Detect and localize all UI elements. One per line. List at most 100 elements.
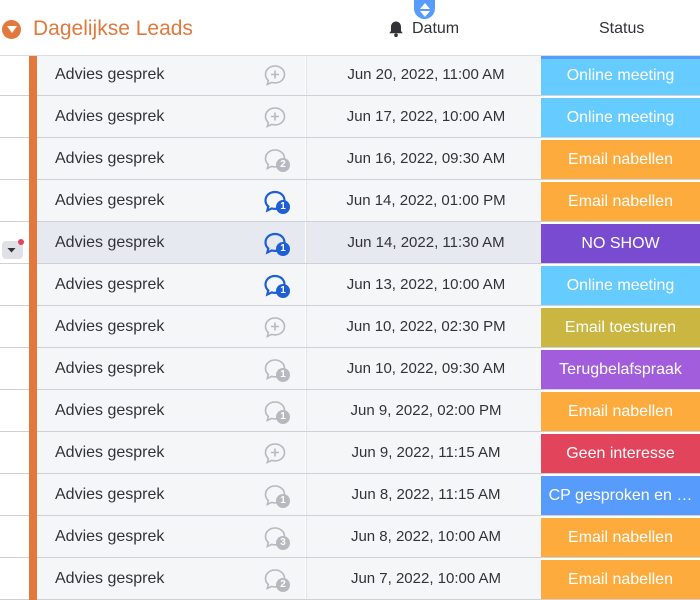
bell-icon[interactable] bbox=[387, 20, 405, 38]
table-row[interactable]: Advies gesprek 3 Jun 8, 2022, 10:00 AM Emai… bbox=[0, 516, 700, 558]
table-row[interactable]: Advies gesprek 2 Jun 7, 2022, 10:00 AM Emai… bbox=[0, 558, 700, 600]
status-label[interactable]: Email toesturen bbox=[541, 308, 700, 347]
item-name[interactable]: Advies gesprek bbox=[55, 222, 164, 263]
item-name[interactable]: Advies gesprek bbox=[55, 54, 164, 95]
item-date[interactable]: Jun 17, 2022, 10:00 AM bbox=[306, 96, 546, 137]
item-updates-button[interactable] bbox=[262, 63, 292, 89]
group-color-bar bbox=[29, 54, 37, 96]
item-updates-button[interactable]: 2 bbox=[262, 147, 292, 173]
item-date[interactable]: Jun 10, 2022, 02:30 PM bbox=[306, 306, 546, 347]
item-name[interactable]: Advies gesprek bbox=[55, 474, 164, 515]
item-updates-button[interactable] bbox=[262, 315, 292, 341]
item-date[interactable]: Jun 10, 2022, 09:30 AM bbox=[306, 348, 546, 389]
updates-count-badge: 2 bbox=[276, 158, 290, 172]
status-label[interactable]: Email nabellen bbox=[541, 182, 700, 221]
group-color-bar bbox=[29, 432, 37, 474]
table-row[interactable]: Advies gesprek 1 Jun 13, 2022, 10:00 AM Onl… bbox=[0, 264, 700, 306]
item-name[interactable]: Advies gesprek bbox=[55, 390, 164, 431]
status-label[interactable]: CP gesproken en … bbox=[541, 476, 700, 515]
status-label[interactable]: Online meeting bbox=[541, 98, 700, 137]
table-row[interactable]: Advies gesprek 1 Jun 10, 2022, 09:30 AM Ter… bbox=[0, 348, 700, 390]
table-row[interactable]: Advies gesprek Jun 10, 2022, 02:30 PM Emai… bbox=[0, 306, 700, 348]
group-color-bar bbox=[29, 96, 37, 138]
item-updates-button[interactable]: 3 bbox=[262, 525, 292, 551]
add-update-icon bbox=[264, 443, 286, 464]
group-color-bar bbox=[29, 138, 37, 180]
item-name[interactable]: Advies gesprek bbox=[55, 432, 164, 473]
item-date[interactable]: Jun 20, 2022, 11:00 AM bbox=[306, 54, 546, 95]
item-name[interactable]: Advies gesprek bbox=[55, 264, 164, 305]
item-updates-button[interactable]: 1 bbox=[262, 231, 292, 257]
sort-button[interactable] bbox=[414, 0, 435, 19]
table-row[interactable]: Advies gesprek Jun 17, 2022, 10:00 AM Onli… bbox=[0, 96, 700, 138]
item-date[interactable]: Jun 14, 2022, 11:30 AM bbox=[306, 222, 546, 263]
item-date[interactable]: Jun 8, 2022, 11:15 AM bbox=[306, 474, 546, 515]
group-color-bar bbox=[29, 348, 37, 390]
status-label[interactable]: Email nabellen bbox=[541, 140, 700, 179]
item-date[interactable]: Jun 9, 2022, 11:15 AM bbox=[306, 432, 546, 473]
updates-count-badge: 1 bbox=[276, 494, 290, 508]
group-color-bar bbox=[29, 306, 37, 348]
row-menu-button[interactable] bbox=[2, 239, 24, 259]
status-label[interactable]: Online meeting bbox=[541, 56, 700, 95]
add-update-icon bbox=[264, 317, 286, 338]
status-label[interactable]: Email nabellen bbox=[541, 518, 700, 557]
item-updates-button[interactable]: 2 bbox=[262, 567, 292, 593]
updates-count-badge: 1 bbox=[276, 368, 290, 382]
table-row[interactable]: Advies gesprek 1 Jun 9, 2022, 02:00 PM Emai… bbox=[0, 390, 700, 432]
group-color-bar bbox=[29, 474, 37, 516]
add-update-icon bbox=[264, 65, 286, 86]
sort-icon bbox=[419, 2, 430, 17]
item-date[interactable]: Jun 9, 2022, 02:00 PM bbox=[306, 390, 546, 431]
group-collapse-button[interactable] bbox=[2, 20, 21, 39]
item-date[interactable]: Jun 13, 2022, 10:00 AM bbox=[306, 264, 546, 305]
item-date[interactable]: Jun 14, 2022, 01:00 PM bbox=[306, 180, 546, 221]
column-header-status[interactable]: Status bbox=[599, 20, 644, 38]
group-color-bar bbox=[29, 180, 37, 222]
group-color-bar bbox=[29, 516, 37, 558]
group-color-bar bbox=[29, 222, 37, 264]
group-color-bar bbox=[29, 264, 37, 306]
updates-count-badge: 2 bbox=[276, 578, 290, 592]
status-label[interactable]: Email nabellen bbox=[541, 392, 700, 431]
item-updates-button[interactable]: 1 bbox=[262, 189, 292, 215]
status-label[interactable]: Email nabellen bbox=[541, 560, 700, 599]
item-name[interactable]: Advies gesprek bbox=[55, 96, 164, 137]
group-color-bar bbox=[29, 390, 37, 432]
item-date[interactable]: Jun 16, 2022, 09:30 AM bbox=[306, 138, 546, 179]
item-date[interactable]: Jun 7, 2022, 10:00 AM bbox=[306, 558, 546, 599]
table-row[interactable]: Advies gesprek Jun 9, 2022, 11:15 AM Geen … bbox=[0, 432, 700, 474]
item-date[interactable]: Jun 8, 2022, 10:00 AM bbox=[306, 516, 546, 557]
table-row[interactable]: Advies gesprek Jun 20, 2022, 11:00 AM Onli… bbox=[0, 54, 700, 96]
item-updates-button[interactable] bbox=[262, 105, 292, 131]
updates-count-badge: 1 bbox=[276, 410, 290, 424]
add-update-icon bbox=[264, 107, 286, 128]
updates-count-badge: 1 bbox=[276, 284, 290, 298]
item-updates-button[interactable]: 1 bbox=[262, 357, 292, 383]
status-label[interactable]: Terugbelafspraak bbox=[541, 350, 700, 389]
chevron-down-icon bbox=[6, 26, 17, 33]
item-updates-button[interactable] bbox=[262, 441, 292, 467]
item-name[interactable]: Advies gesprek bbox=[55, 348, 164, 389]
table-row[interactable]: Advies gesprek 1 Jun 14, 2022, 01:00 PM Ema… bbox=[0, 180, 700, 222]
table-row[interactable]: Advies gesprek 1 Jun 14, 2022, 11:30 AM NO … bbox=[0, 222, 700, 264]
group-color-bar bbox=[29, 558, 37, 600]
table-row[interactable]: Advies gesprek 1 Jun 8, 2022, 11:15 AM CP g… bbox=[0, 474, 700, 516]
group-header: Dagelijkse Leads Datum Status bbox=[0, 0, 700, 56]
item-name[interactable]: Advies gesprek bbox=[55, 180, 164, 221]
status-label[interactable]: NO SHOW bbox=[541, 224, 700, 263]
item-name[interactable]: Advies gesprek bbox=[55, 138, 164, 179]
status-label[interactable]: Online meeting bbox=[541, 266, 700, 305]
table-row[interactable]: Advies gesprek 2 Jun 16, 2022, 09:30 AM Ema… bbox=[0, 138, 700, 180]
status-label[interactable]: Geen interesse bbox=[541, 434, 700, 473]
group-title[interactable]: Dagelijkse Leads bbox=[33, 17, 193, 41]
item-updates-button[interactable]: 1 bbox=[262, 399, 292, 425]
item-updates-button[interactable]: 1 bbox=[262, 483, 292, 509]
column-header-datum[interactable]: Datum bbox=[412, 20, 459, 38]
item-name[interactable]: Advies gesprek bbox=[55, 558, 164, 599]
notification-dot bbox=[18, 239, 24, 245]
item-updates-button[interactable]: 1 bbox=[262, 273, 292, 299]
item-name[interactable]: Advies gesprek bbox=[55, 306, 164, 347]
updates-count-badge: 1 bbox=[276, 242, 290, 256]
item-name[interactable]: Advies gesprek bbox=[55, 516, 164, 557]
